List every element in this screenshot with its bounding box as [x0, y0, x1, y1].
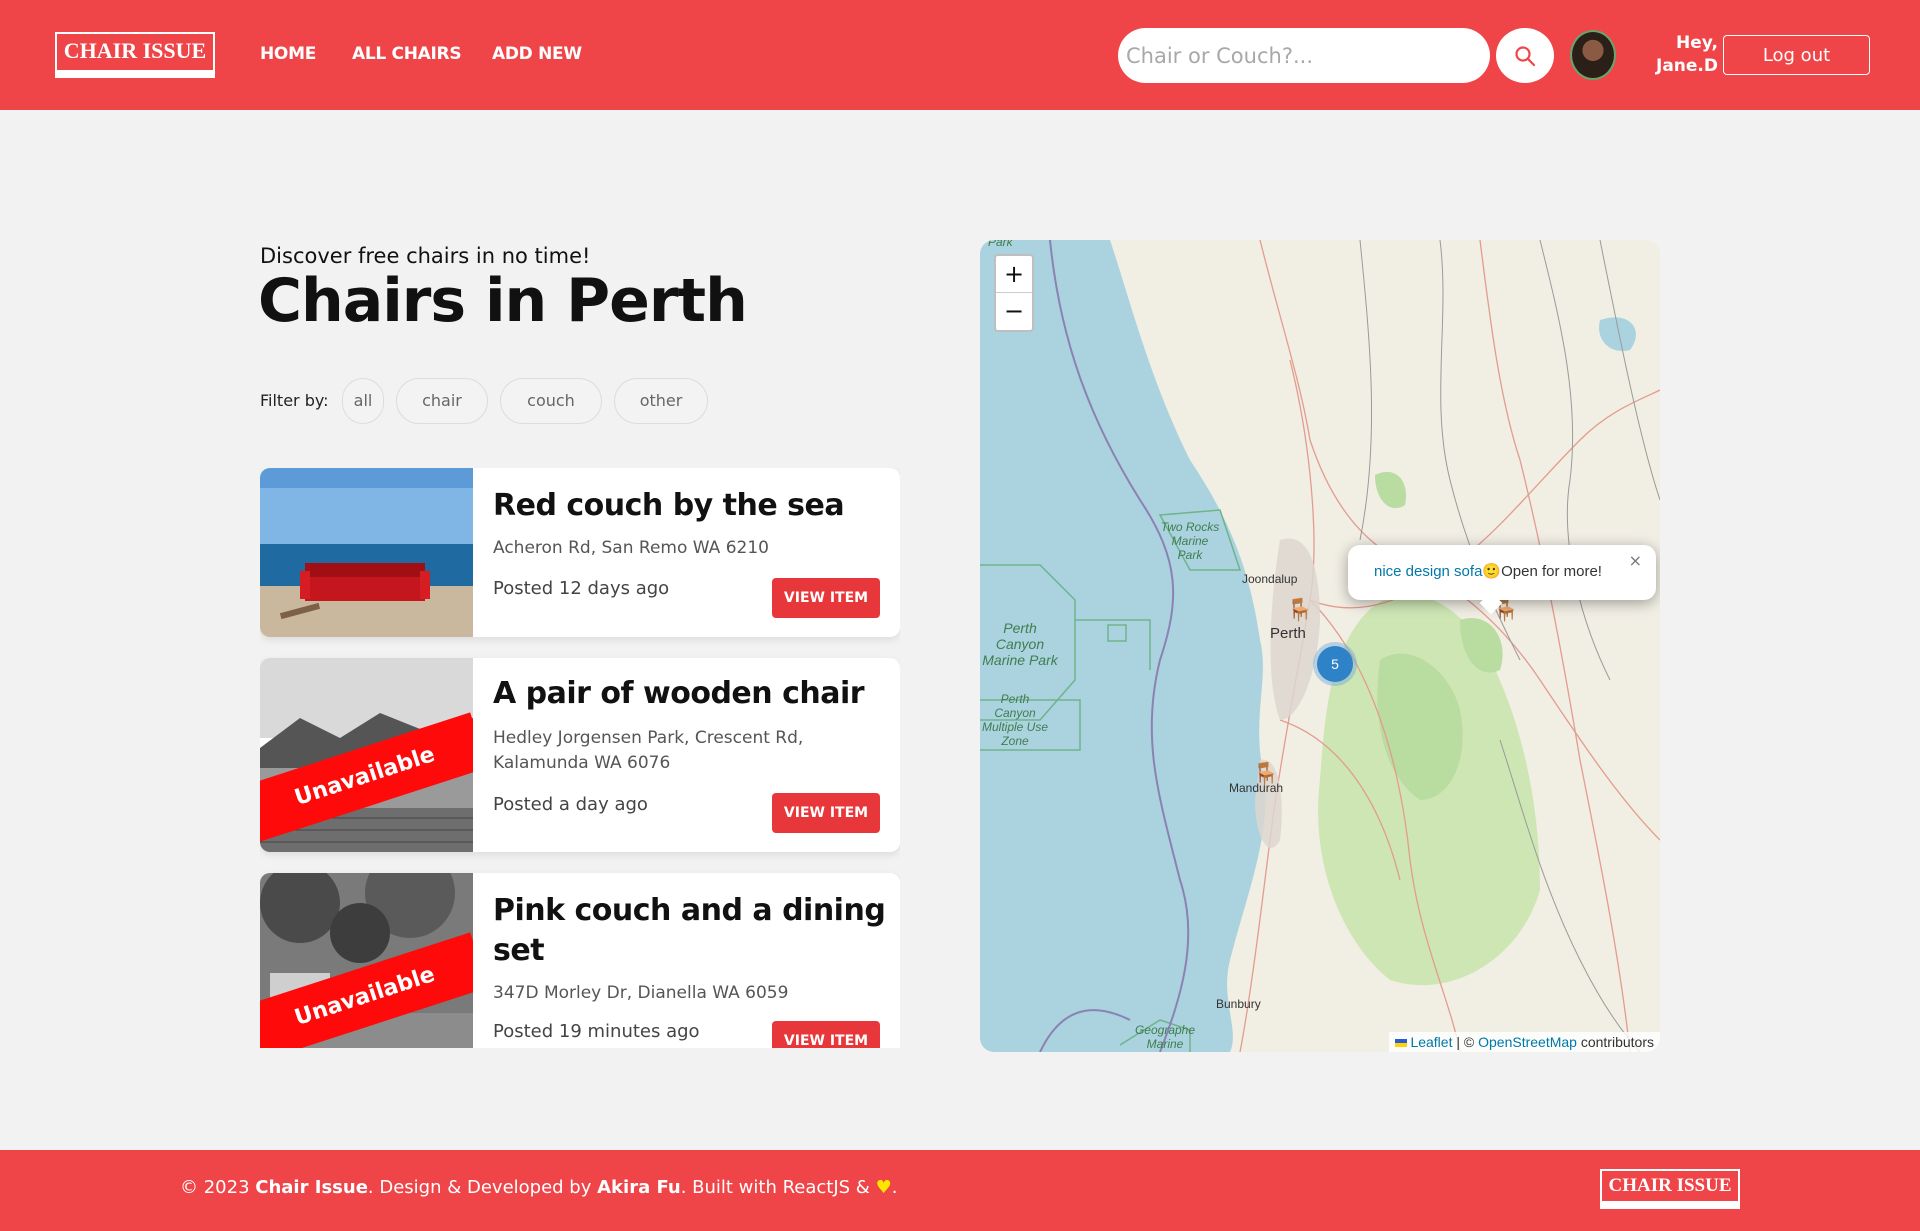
filter-label: Filter by: [260, 391, 329, 410]
map-popup: nice design sofa🙂Open for more! × [1348, 545, 1656, 615]
footer-credits: © 2023 Chair Issue. Design & Developed b… [180, 1177, 897, 1198]
view-item-button[interactable]: VIEW ITEM [772, 793, 880, 833]
map-tiles[interactable] [980, 240, 1660, 1052]
listing-list: Red couch by the sea Acheron Rd, San Rem… [260, 468, 900, 1048]
flag-icon [1394, 1039, 1407, 1047]
place-label: Perth Canyon Marine Park [982, 620, 1058, 668]
attribution-tail: contributors [1580, 1034, 1654, 1050]
listing-card[interactable]: Unavailable A pair of wooden chair Hedle… [260, 658, 900, 852]
heart-icon: ♥ [875, 1177, 892, 1198]
greeting-user: Jane.D [1656, 56, 1718, 76]
place-label: Park [988, 240, 1013, 249]
search-icon [1515, 45, 1536, 66]
listing-image[interactable]: Unavailable [260, 658, 473, 852]
map-attribution: Leaflet | © OpenStreetMap contributors [1388, 1032, 1660, 1052]
logout-button[interactable]: Log out [1723, 35, 1870, 75]
smile-icon: 🙂 [1482, 563, 1502, 580]
footer-brand: Chair Issue [255, 1177, 368, 1198]
place-label: Joondalup [1242, 572, 1298, 586]
listing-address: Hedley Jorgensen Park, Crescent Rd, Kala… [493, 728, 804, 773]
chair-marker-icon[interactable]: 🪑 [1286, 598, 1313, 623]
place-label: Bunbury [1216, 997, 1261, 1011]
listing-posted-time: Posted 12 days ago [493, 578, 670, 599]
filter-all[interactable]: all [342, 378, 384, 424]
footer: © 2023 Chair Issue. Design & Developed b… [0, 1150, 1920, 1231]
top-navbar: CHAIR ISSUE HOME ALL CHAIRS ADD NEW Hey,… [0, 0, 1920, 110]
place-label: Perth Canyon Multiple Use Zone [981, 692, 1049, 748]
listing-title[interactable]: A pair of wooden chair [493, 674, 888, 714]
nav-home[interactable]: HOME [260, 44, 316, 64]
listing-card[interactable]: Red couch by the sea Acheron Rd, San Rem… [260, 468, 900, 637]
filter-other[interactable]: other [614, 378, 708, 424]
marker-cluster[interactable]: 5 [1313, 642, 1357, 686]
footer-logo[interactable]: CHAIR ISSUE [1600, 1169, 1740, 1209]
listing-address: Acheron Rd, San Remo WA 6210 [493, 538, 769, 558]
view-item-button[interactable]: VIEW ITEM [772, 578, 880, 618]
popup-cta: Open for more! [1501, 563, 1602, 580]
search-input[interactable] [1118, 28, 1490, 83]
place-label: Geographe Marine [1134, 1023, 1196, 1051]
listing-address: 347D Morley Dr, Dianella WA 6059 [493, 983, 789, 1003]
listing-posted-time: Posted 19 minutes ago [493, 1021, 700, 1042]
cluster-count: 5 [1317, 646, 1353, 682]
footer-end: . [891, 1177, 898, 1198]
greeting-line1: Hey, [1676, 33, 1718, 53]
listing-title[interactable]: Red couch by the sea [493, 486, 888, 526]
user-greeting: Hey, Jane.D [1620, 32, 1718, 78]
chair-marker-icon[interactable]: 🪑 [1252, 762, 1279, 787]
nav-all-chairs[interactable]: ALL CHAIRS [352, 44, 462, 64]
listing-image[interactable] [260, 468, 473, 637]
zoom-control: + − [994, 254, 1034, 332]
listing-card[interactable]: Unavailable Pink couch and a dining set … [260, 873, 900, 1048]
osm-link[interactable]: OpenStreetMap [1478, 1034, 1577, 1050]
page-title: Chairs in Perth [258, 266, 748, 336]
logo[interactable]: CHAIR ISSUE [55, 32, 215, 78]
filter-chair[interactable]: chair [396, 378, 488, 424]
listing-posted-time: Posted a day ago [493, 794, 648, 815]
place-label: Two Rocks Marine Park [1160, 520, 1220, 562]
popup-link[interactable]: nice design sofa [1374, 563, 1482, 580]
place-label: Perth [1270, 625, 1306, 642]
nav-add-new[interactable]: ADD NEW [492, 44, 582, 64]
filter-couch[interactable]: couch [500, 378, 602, 424]
search-button[interactable] [1496, 28, 1554, 83]
avatar[interactable] [1570, 30, 1616, 80]
listing-image[interactable]: Unavailable [260, 873, 473, 1048]
footer-copyright: © 2023 [180, 1177, 250, 1198]
footer-mid: . Design & Developed by [367, 1177, 592, 1198]
view-item-button[interactable]: VIEW ITEM [772, 1021, 880, 1048]
page-subtitle: Discover free chairs in no time! [260, 244, 591, 268]
zoom-out-button[interactable]: − [996, 293, 1032, 330]
listings-map[interactable]: Park Two Rocks Marine Park Joondalup Per… [980, 240, 1660, 1052]
attribution-sep: | © [1456, 1034, 1475, 1050]
popup-close-icon[interactable]: × [1629, 551, 1642, 570]
leaflet-link[interactable]: Leaflet [1410, 1034, 1452, 1050]
footer-author: Akira Fu [597, 1177, 681, 1198]
listing-title[interactable]: Pink couch and a dining set [493, 891, 888, 971]
zoom-in-button[interactable]: + [996, 256, 1032, 293]
footer-tail: . Built with ReactJS & [680, 1177, 870, 1198]
popup-content: nice design sofa🙂Open for more! [1374, 562, 1602, 580]
